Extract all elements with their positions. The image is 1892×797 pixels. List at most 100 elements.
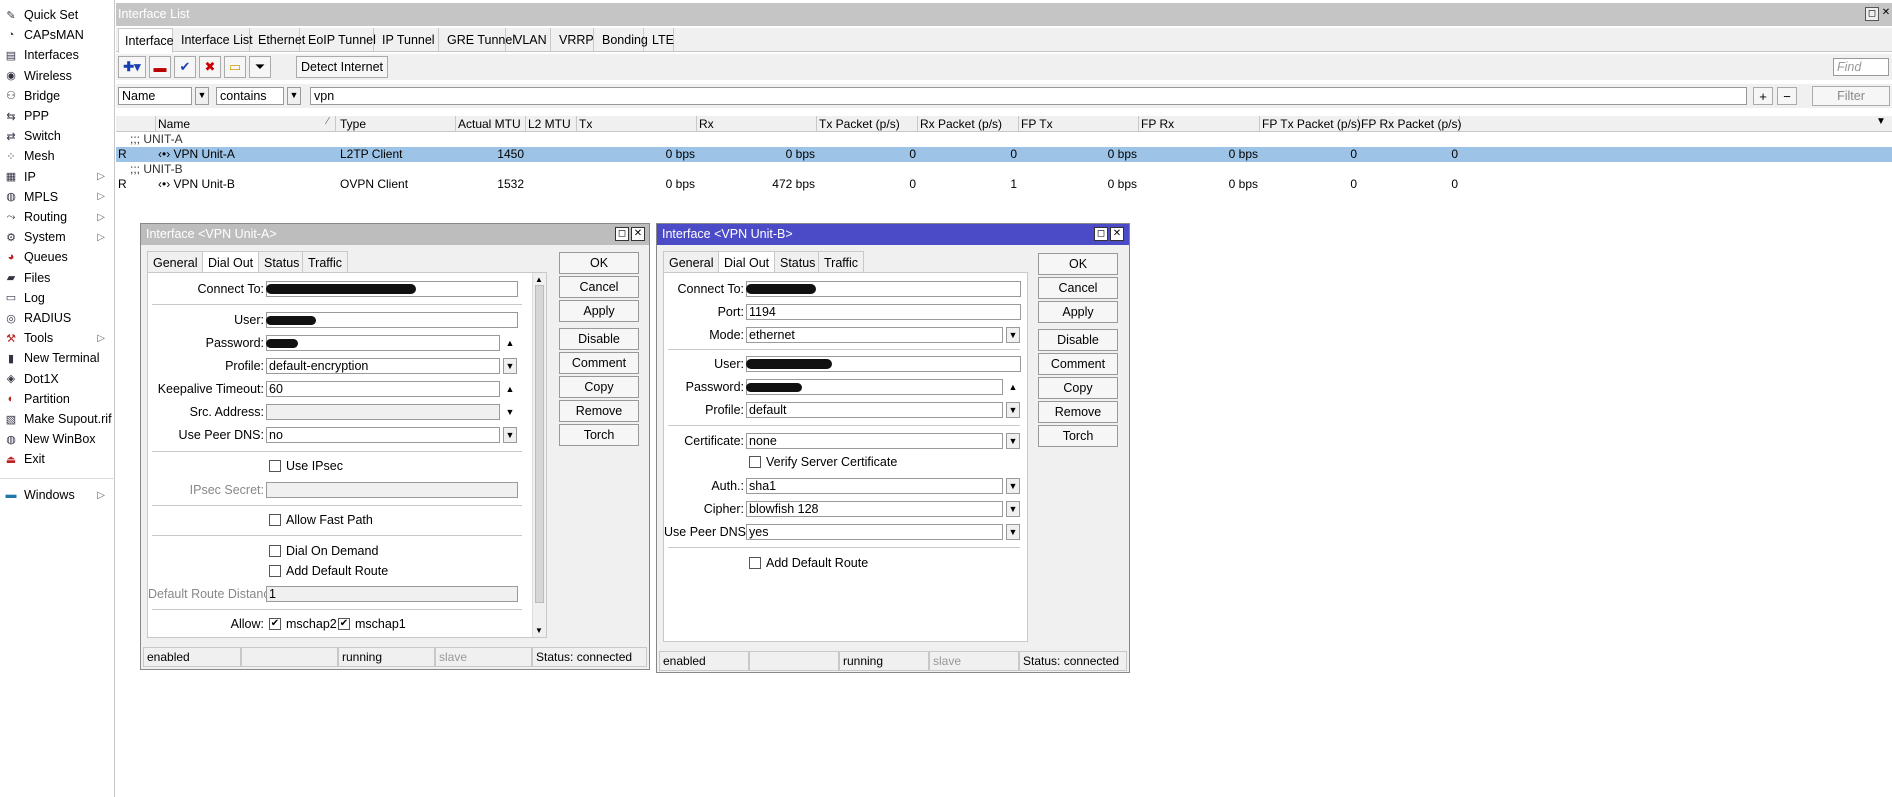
table-row[interactable]: R ‹•› VPN Unit-A L2TP Client 1450 0 bps 0 bps… (116, 147, 1892, 162)
column-header-actual-mtu[interactable]: Actual MTU (456, 116, 526, 132)
src-address-input[interactable] (266, 404, 500, 420)
cancel-button[interactable]: Cancel (1038, 277, 1118, 299)
filter-add-button[interactable]: + (1753, 87, 1773, 105)
column-header-tx-packet-p-s-[interactable]: Tx Packet (p/s) (817, 116, 918, 132)
sidebar-item-windows[interactable]: ▬ Windows ▷ (0, 485, 115, 505)
disable-button[interactable]: Disable (1038, 329, 1118, 351)
tab-interface[interactable]: Interface (118, 28, 174, 53)
sidebar-item-routing[interactable]: ⤳ Routing ▷ (0, 207, 115, 227)
ipsec-secret-input[interactable] (266, 482, 518, 498)
tab-interface-list[interactable]: Interface List (175, 28, 253, 52)
column-header-fp-rx-packet-p-s-[interactable]: FP Rx Packet (p/s) (1359, 116, 1461, 132)
add-default-route-checkbox[interactable]: Add Default Route (269, 564, 388, 578)
column-header-fp-tx-packet-p-s-[interactable]: FP Tx Packet (p/s) (1260, 116, 1361, 132)
mschap1-checkbox[interactable]: ✔ mschap1 (338, 617, 406, 631)
restore-icon[interactable]: ◻ (615, 227, 629, 241)
column-header-tx[interactable]: Tx (577, 116, 697, 132)
sidebar-item-make-supout-rif[interactable]: ▧ Make Supout.rif (0, 409, 115, 429)
close-icon[interactable]: ✕ (1879, 7, 1892, 21)
sidebar-item-mpls[interactable]: ◍ MPLS ▷ (0, 187, 115, 207)
filter-apply-button[interactable]: Filter (1812, 86, 1890, 106)
tab-traffic[interactable]: Traffic (818, 251, 865, 273)
tab-vlan[interactable]: VLAN (508, 28, 551, 52)
sidebar-item-queues[interactable]: ◕ Queues (0, 247, 115, 267)
tab-ethernet[interactable]: Ethernet (252, 28, 305, 52)
use-ipsec-checkbox[interactable]: Use IPsec (269, 459, 343, 473)
chevron-down-icon[interactable]: ▼ (503, 427, 517, 443)
keepalive-input[interactable]: 60 (266, 381, 500, 397)
mode-select[interactable]: ethernet (746, 327, 1003, 343)
ok-button[interactable]: OK (1038, 253, 1118, 275)
sidebar-item-new-winbox[interactable]: ◍ New WinBox (0, 429, 115, 449)
tab-vrrp[interactable]: VRRP (553, 28, 594, 52)
collapse-up-icon[interactable]: ▲ (504, 382, 516, 396)
collapse-up-icon[interactable]: ▲ (1007, 380, 1019, 394)
sidebar-item-files[interactable]: ▰ Files (0, 268, 115, 288)
close-icon[interactable]: ✕ (631, 227, 645, 241)
cipher-select[interactable]: blowfish 128 (746, 501, 1003, 517)
chevron-down-icon[interactable]: ▼ (1006, 501, 1020, 517)
chevron-down-icon[interactable]: ▼ (1006, 327, 1020, 343)
column-header-fp-tx[interactable]: FP Tx (1019, 116, 1139, 132)
table-row[interactable]: R ‹•› VPN Unit-B OVPN Client 1532 0 bps 472 b… (116, 177, 1892, 192)
tab-ip-tunnel[interactable]: IP Tunnel (376, 28, 439, 52)
restore-icon[interactable]: ◻ (1094, 227, 1108, 241)
chevron-down-icon[interactable]: ▼ (1006, 524, 1020, 540)
column-header-l2-mtu[interactable]: L2 MTU (526, 116, 577, 132)
sidebar-item-interfaces[interactable]: ▤ Interfaces (0, 45, 115, 65)
filter-op-select[interactable]: contains (216, 87, 284, 105)
chevron-down-icon[interactable]: ▼ (1006, 478, 1020, 494)
sidebar-item-capsman[interactable]: ◔ CAPsMAN (0, 25, 115, 45)
torch-button[interactable]: Torch (1038, 425, 1118, 447)
chevron-down-icon[interactable]: ▼ (195, 87, 209, 105)
scroll-down-icon[interactable]: ▼ (535, 626, 543, 635)
auth-select[interactable]: sha1 (746, 478, 1003, 494)
sidebar-item-bridge[interactable]: ⚇ Bridge (0, 86, 115, 106)
dial-on-demand-checkbox[interactable]: Dial On Demand (269, 544, 378, 558)
column-header-rx-packet-p-s-[interactable]: Rx Packet (p/s) (918, 116, 1019, 132)
sidebar-item-radius[interactable]: ◎ RADIUS (0, 308, 115, 328)
close-icon[interactable]: ✕ (1110, 227, 1124, 241)
detect-internet-button[interactable]: Detect Internet (296, 56, 388, 78)
use-peer-dns-select[interactable]: no (266, 427, 500, 443)
tab-gre-tunnel[interactable]: GRE Tunnel (441, 28, 515, 52)
apply-button[interactable]: Apply (559, 300, 639, 322)
sidebar-item-ppp[interactable]: ⇆ PPP (0, 106, 115, 126)
tab-dial-out[interactable]: Dial Out (718, 251, 776, 273)
filter-field-select[interactable]: Name (118, 87, 192, 105)
vertical-scrollbar[interactable]: ▲ ▼ (532, 273, 546, 637)
sidebar-item-partition[interactable]: ◐ Partition (0, 389, 115, 409)
tab-dial-out[interactable]: Dial Out (202, 251, 260, 273)
expand-down-icon[interactable]: ▼ (504, 405, 516, 419)
chevron-down-icon[interactable]: ▼ (1006, 433, 1020, 449)
apply-button[interactable]: Apply (1038, 301, 1118, 323)
profile-select[interactable]: default-encryption (266, 358, 500, 374)
sidebar-item-wireless[interactable]: ◉ Wireless (0, 66, 115, 86)
use-peer-dns-select[interactable]: yes (746, 524, 1003, 540)
certificate-select[interactable]: none (746, 433, 1003, 449)
sidebar-item-ip[interactable]: ▦ IP ▷ (0, 167, 115, 187)
chevron-down-icon[interactable]: ▼ (287, 87, 301, 105)
default-route-distance-input[interactable]: 1 (266, 586, 518, 602)
remove-button[interactable]: Remove (1038, 401, 1118, 423)
remove-button[interactable]: Remove (559, 400, 639, 422)
tab-status[interactable]: Status (258, 251, 306, 273)
enable-button[interactable]: ✔ (174, 56, 196, 78)
copy-button[interactable]: Copy (559, 376, 639, 398)
chevron-down-icon[interactable]: ▼ (1006, 402, 1020, 418)
tab-lte[interactable]: LTE (646, 28, 674, 52)
profile-select[interactable]: default (746, 402, 1003, 418)
add-default-route-checkbox[interactable]: Add Default Route (749, 556, 868, 570)
sidebar-item-mesh[interactable]: ⁘ Mesh (0, 146, 115, 166)
tab-traffic[interactable]: Traffic (302, 251, 349, 273)
chevron-down-icon[interactable]: ▼ (503, 358, 517, 374)
column-header-name[interactable]: Name (156, 116, 336, 132)
scroll-up-icon[interactable]: ▲ (535, 275, 543, 284)
sidebar-item-dot1x[interactable]: ◈ Dot1X (0, 369, 115, 389)
port-input[interactable]: 1194 (746, 304, 1021, 320)
copy-button[interactable]: Copy (1038, 377, 1118, 399)
filter-value-input[interactable]: vpn (310, 87, 1747, 105)
comment-button[interactable]: Comment (559, 352, 639, 374)
find-input[interactable]: Find (1833, 58, 1889, 76)
disable-button[interactable]: ✖ (199, 56, 221, 78)
